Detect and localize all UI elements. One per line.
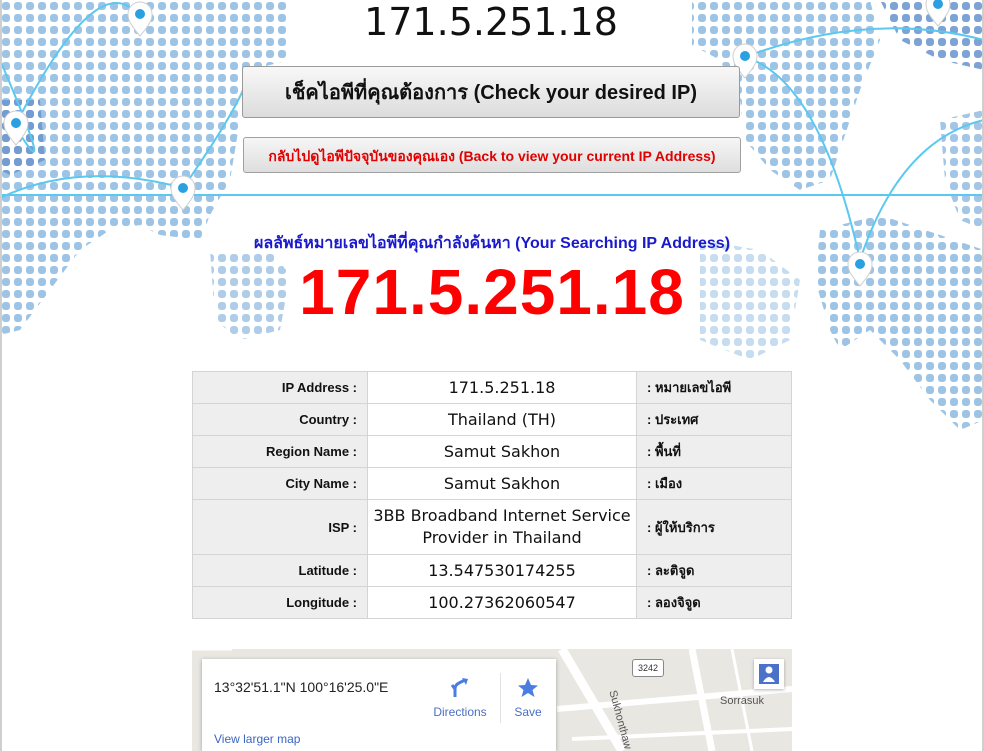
table-row: Latitude : 13.547530174255 : ละติจูด bbox=[192, 554, 792, 587]
row-value: 3BB Broadband Internet Service Provider … bbox=[367, 499, 637, 555]
row-thai-label: : ละติจูด bbox=[636, 554, 792, 587]
star-icon bbox=[518, 678, 538, 697]
back-to-current-ip-button[interactable]: กลับไปดูไอพีปัจจุบันของคุณเอง (Back to v… bbox=[243, 137, 741, 173]
street-view-pegman-icon[interactable] bbox=[754, 659, 784, 689]
row-label: Latitude : bbox=[192, 554, 368, 587]
check-ip-button[interactable]: เช็คไอพีที่คุณต้องการ (Check your desire… bbox=[242, 66, 740, 118]
ip-info-table: IP Address : 171.5.251.18 : หมายเลขไอพี … bbox=[192, 371, 792, 619]
directions-button[interactable]: Directions bbox=[430, 677, 490, 719]
directions-label: Directions bbox=[433, 705, 487, 719]
row-label: IP Address : bbox=[192, 371, 368, 404]
map-info-card: 13°32'51.1"N 100°16'25.0"E Directions Sa… bbox=[202, 659, 556, 751]
row-thai-label: : ผู้ให้บริการ bbox=[636, 499, 792, 555]
row-value: Samut Sakhon bbox=[367, 467, 637, 500]
directions-icon bbox=[450, 678, 468, 697]
row-thai-label: : หมายเลขไอพี bbox=[636, 371, 792, 404]
table-row: City Name : Samut Sakhon : เมือง bbox=[192, 467, 792, 500]
row-value: 100.27362060547 bbox=[367, 586, 637, 619]
row-thai-label: : พื้นที่ bbox=[636, 435, 792, 468]
card-divider bbox=[500, 673, 501, 723]
road-label: Sorrasuk bbox=[720, 695, 765, 707]
top-ip-display: 171.5.251.18 bbox=[290, 0, 692, 46]
row-label: Longitude : bbox=[192, 586, 368, 619]
row-label: Region Name : bbox=[192, 435, 368, 468]
table-row: Longitude : 100.27362060547 : ลองจิจูด bbox=[192, 586, 792, 619]
row-value: Samut Sakhon bbox=[367, 435, 637, 468]
map-coordinates: 13°32'51.1"N 100°16'25.0"E bbox=[214, 679, 389, 695]
result-ip: 171.5.251.18 bbox=[299, 256, 685, 328]
row-label: ISP : bbox=[192, 499, 368, 555]
row-thai-label: : ประเทศ bbox=[636, 403, 792, 436]
embedded-map[interactable]: 3242 Sukhonthaw Sorrasuk 13°32'51.1"N 10… bbox=[192, 649, 792, 751]
table-row: ISP : 3BB Broadband Internet Service Pro… bbox=[192, 499, 792, 555]
save-button[interactable]: Save bbox=[508, 677, 548, 719]
row-label: City Name : bbox=[192, 467, 368, 500]
row-thai-label: : เมือง bbox=[636, 467, 792, 500]
row-label: Country : bbox=[192, 403, 368, 436]
road-shield: 3242 bbox=[632, 659, 664, 677]
save-label: Save bbox=[514, 705, 542, 719]
view-larger-map-link[interactable]: View larger map bbox=[214, 732, 300, 746]
row-value: 13.547530174255 bbox=[367, 554, 637, 587]
table-row: Country : Thailand (TH) : ประเทศ bbox=[192, 403, 792, 436]
row-thai-label: : ลองจิจูด bbox=[636, 586, 792, 619]
row-value: 171.5.251.18 bbox=[367, 371, 637, 404]
table-row: IP Address : 171.5.251.18 : หมายเลขไอพี bbox=[192, 371, 792, 404]
row-value: Thailand (TH) bbox=[367, 403, 637, 436]
table-row: Region Name : Samut Sakhon : พื้นที่ bbox=[192, 435, 792, 468]
